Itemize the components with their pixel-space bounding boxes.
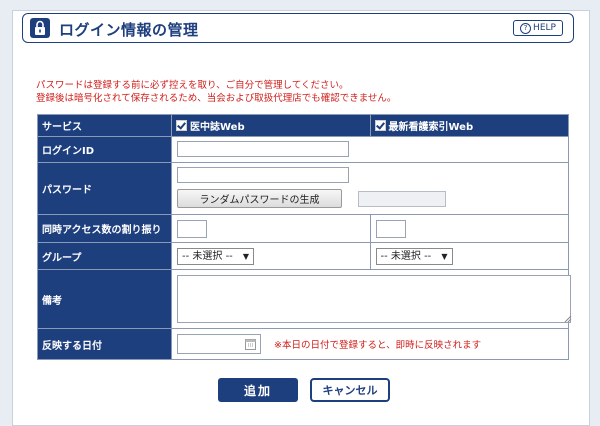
service-label: サービス: [37, 114, 172, 137]
group-cell-1: -- 未選択 -- ▼: [171, 242, 371, 270]
title-bar: ログイン情報の管理 ? HELP: [22, 13, 574, 43]
password-notice: パスワードは登録する前に必ず控えを取り、ご自分で管理してください。 登録後は暗号…: [36, 79, 396, 105]
group-select-kango[interactable]: -- 未選択 -- ▼: [375, 248, 453, 265]
remarks-label: 備考: [37, 269, 172, 329]
group-label: グループ: [37, 242, 172, 270]
service-ichushi-label: 医中誌Web: [190, 122, 245, 133]
generate-password-button[interactable]: ランダムパスワードの生成: [177, 189, 342, 208]
help-button[interactable]: ? HELP: [513, 20, 563, 36]
password-cell: ランダムパスワードの生成: [171, 162, 569, 215]
apply-date-label: 反映する日付: [37, 328, 172, 360]
dropdown-arrow-icon: ▼: [242, 252, 249, 261]
concurrent-cell-1: [171, 214, 371, 243]
question-circle-icon: ?: [520, 22, 532, 34]
group-select-ichushi[interactable]: -- 未選択 -- ▼: [177, 248, 254, 265]
remarks-textarea[interactable]: [177, 275, 571, 323]
cancel-button[interactable]: キャンセル: [310, 378, 390, 402]
remarks-cell: [171, 269, 572, 329]
login-info-form: サービス 医中誌Web 最新看護索引Web ログインID パスワード ランダムパ…: [37, 114, 572, 360]
page-title: ログイン情報の管理: [59, 21, 199, 39]
apply-date-cell: ※本日の日付で登録すると、即時に反映されます: [171, 328, 569, 360]
lock-icon: [30, 18, 50, 38]
concurrent-access-label: 同時アクセス数の割り振り: [37, 214, 172, 243]
add-button[interactable]: 追加: [218, 378, 298, 402]
group-select-value: -- 未選択 --: [182, 251, 233, 262]
password-input[interactable]: [177, 167, 349, 183]
apply-date-input[interactable]: [177, 334, 261, 354]
generated-password-field: [358, 191, 446, 207]
login-id-input[interactable]: [177, 141, 349, 157]
login-id-label: ログインID: [37, 136, 172, 163]
dropdown-arrow-icon: ▼: [441, 252, 448, 261]
concurrent-input-kango[interactable]: [375, 220, 406, 238]
notice-line-2: 登録後は暗号化されて保存されるため、当会および取扱代理店でも確認できません。: [36, 93, 397, 104]
service-ichushi[interactable]: 医中誌Web: [171, 114, 371, 137]
concurrent-input-ichushi[interactable]: [177, 220, 207, 238]
service-kango[interactable]: 最新看護索引Web: [369, 114, 569, 137]
service-kango-label: 最新看護索引Web: [388, 122, 474, 133]
login-id-cell: [171, 136, 569, 163]
notice-line-1: パスワードは登録する前に必ず控えを取り、ご自分で管理してください。: [36, 80, 349, 91]
checkbox-checked-icon[interactable]: [176, 120, 187, 131]
resize-grip-icon[interactable]: [564, 315, 572, 323]
password-label: パスワード: [37, 162, 172, 215]
apply-date-note: ※本日の日付で登録すると、即時に反映されます: [274, 340, 482, 351]
checkbox-checked-icon[interactable]: [374, 120, 386, 131]
calendar-icon[interactable]: [245, 338, 256, 350]
group-select-value: -- 未選択 --: [380, 251, 432, 262]
help-label: HELP: [533, 23, 556, 33]
group-cell-2: -- 未選択 -- ▼: [369, 242, 569, 270]
concurrent-cell-2: [369, 214, 569, 243]
